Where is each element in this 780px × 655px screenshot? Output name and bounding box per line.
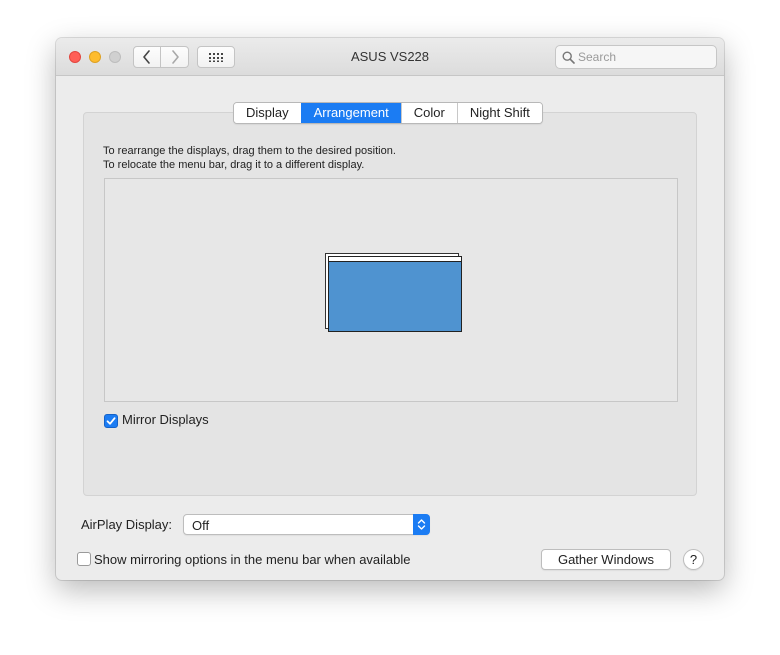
title-bar[interactable]: ASUS VS228 [56,38,724,76]
tab-night-shift[interactable]: Night Shift [456,103,542,123]
show-mirroring-label[interactable]: Show mirroring options in the menu bar w… [94,552,411,567]
instruction-line-2: To relocate the menu bar, drag it to a d… [103,159,365,171]
airplay-display-label: AirPlay Display: [81,517,173,532]
airplay-display-value: Off [192,518,210,533]
gather-windows-button[interactable]: Gather Windows [541,549,671,570]
help-button[interactable]: ? [683,549,704,570]
airplay-display-popup[interactable]: Off [183,514,430,535]
instruction-line-1: To rearrange the displays, drag them to … [103,145,396,157]
chevron-left-icon [143,50,150,64]
show-all-button[interactable] [197,46,235,68]
up-down-arrows-icon [413,514,430,535]
search-field[interactable] [555,45,717,69]
tab-display[interactable]: Display [234,103,301,123]
checkmark-icon [106,417,116,425]
tab-arrangement[interactable]: Arrangement [300,103,401,123]
show-mirroring-checkbox[interactable] [77,552,91,566]
menu-bar-indicator[interactable] [329,257,461,262]
close-button[interactable] [69,51,81,63]
display-arrangement-area [104,178,678,402]
search-input[interactable] [578,49,712,65]
back-button[interactable] [133,46,161,68]
tab-bar: Display Arrangement Color Night Shift [233,102,543,124]
system-preferences-window: ASUS VS228 Display Arrangement Color Nig… [56,38,724,580]
minimize-button[interactable] [89,51,101,63]
mirror-displays-checkbox[interactable] [104,414,118,428]
window-title: ASUS VS228 [350,49,430,64]
chevron-right-icon [171,50,179,64]
arrangement-instructions: To rearrange the displays, drag them to … [103,144,396,172]
display-thumbnail[interactable] [328,256,462,332]
grid-icon [209,53,223,62]
zoom-button [109,51,121,63]
tab-color[interactable]: Color [400,103,457,123]
mirror-displays-label[interactable]: Mirror Displays [122,412,209,427]
search-icon [562,51,575,64]
forward-button[interactable] [161,46,189,68]
